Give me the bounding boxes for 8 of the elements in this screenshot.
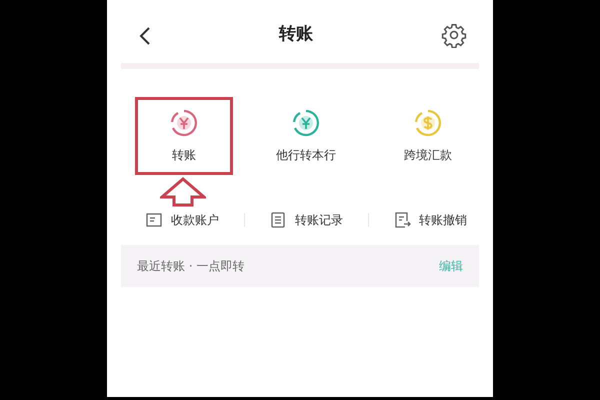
service-button[interactable]: 他行转本行: [257, 97, 355, 175]
link-button[interactable]: 收款账户: [145, 211, 219, 229]
service-button[interactable]: 转账: [135, 97, 233, 175]
page-title: 转账: [279, 23, 313, 46]
service-button[interactable]: 跨境汇款: [379, 97, 477, 175]
link-button[interactable]: 转账记录: [269, 211, 343, 229]
recent-transfer-text: 最近转账 · 一点即转: [137, 258, 244, 275]
link-button[interactable]: 转账撤销: [393, 211, 467, 229]
